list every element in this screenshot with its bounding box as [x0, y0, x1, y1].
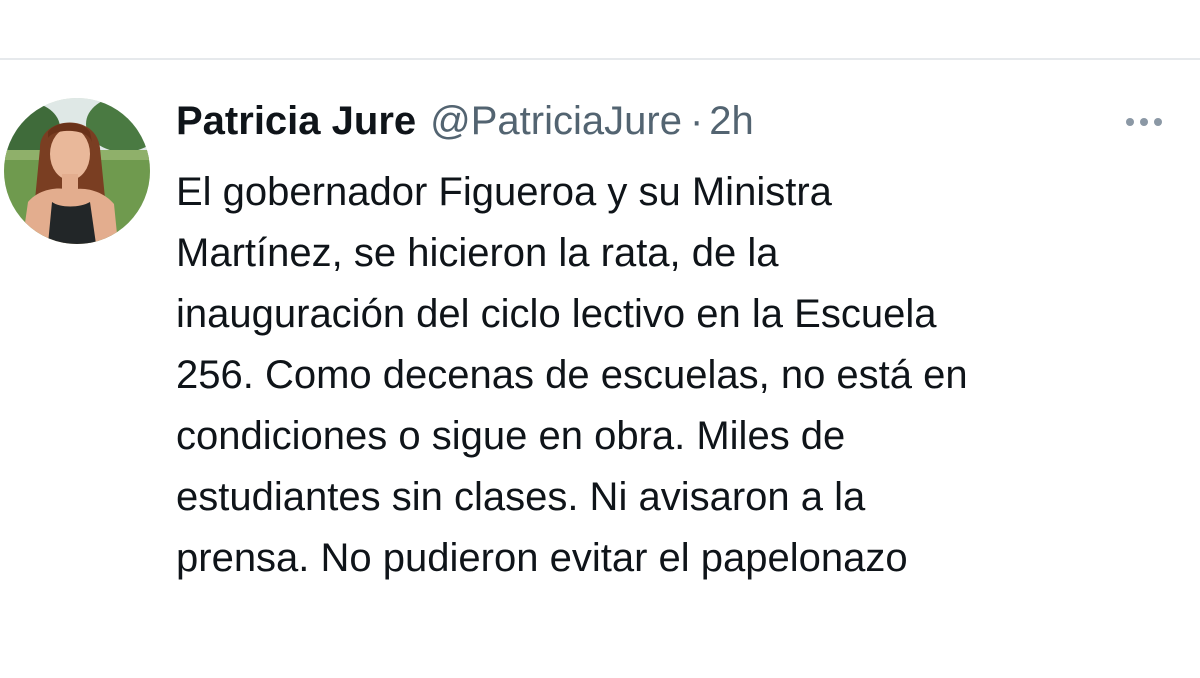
tweet-text-line: inauguración del ciclo lectivo en la Esc…: [176, 292, 937, 336]
tweet-header: Patricia Jure @PatriciaJure · 2h: [176, 96, 754, 146]
tweet-text-line: estudiantes sin clases. Ni avisaron a la: [176, 475, 866, 519]
tweet-text-line: prensa. No pudieron evitar el papelonazo: [176, 536, 908, 580]
author-handle[interactable]: @PatriciaJure: [430, 96, 682, 146]
more-dot: [1126, 118, 1134, 126]
author-display-name[interactable]: Patricia Jure: [176, 96, 416, 146]
more-dot: [1154, 118, 1162, 126]
separator-dot: ·: [689, 99, 704, 143]
tweet[interactable]: Patricia Jure @PatriciaJure · 2h El gobe…: [0, 60, 1200, 678]
tweet-text-line: El gobernador Figueroa y su Ministra: [176, 170, 832, 214]
tweet-text-line: 256. Como decenas de escuelas, no está e…: [176, 353, 968, 397]
tweet-text-line: condiciones o sigue en obra. Miles de: [176, 414, 846, 458]
tweet-text: El gobernador Figueroa y su Ministra Mar…: [176, 162, 1186, 589]
more-dot: [1140, 118, 1148, 126]
tweet-text-line: Martínez, se hicieron la rata, de la: [176, 231, 779, 275]
more-options-icon[interactable]: [1116, 104, 1172, 140]
avatar-photo: [4, 98, 150, 244]
tweet-timestamp[interactable]: 2h: [709, 96, 754, 146]
author-avatar[interactable]: [4, 98, 150, 244]
